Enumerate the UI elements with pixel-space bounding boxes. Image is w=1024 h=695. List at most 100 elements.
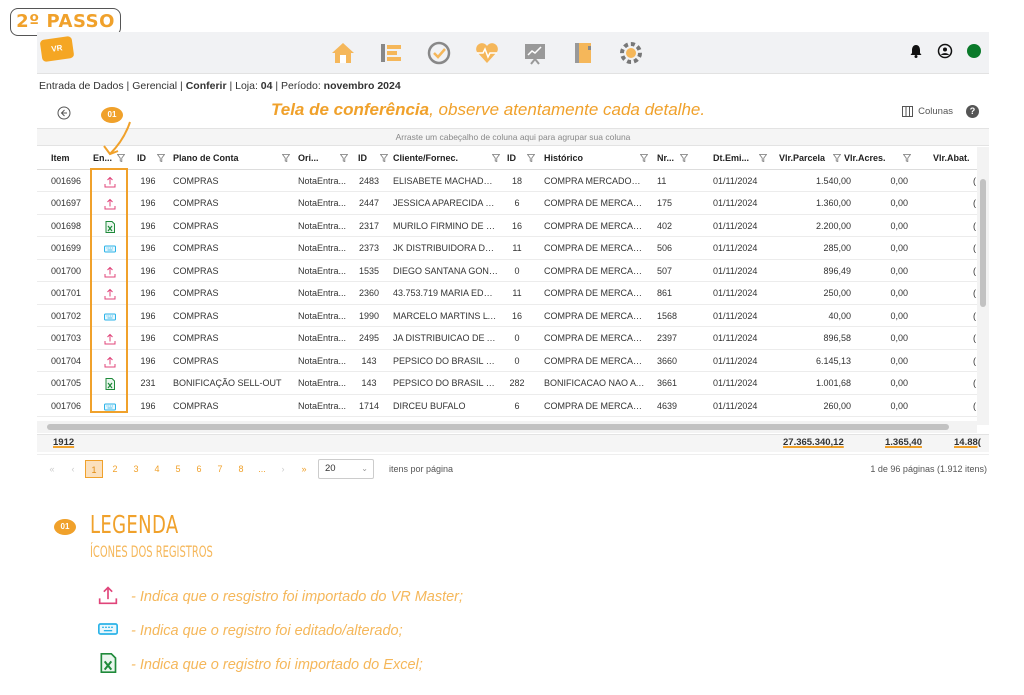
table-row[interactable]: 001696 196 COMPRAS NotaEntra... 2483 ELISABET… xyxy=(37,170,977,192)
horizontal-scrollbar[interactable] xyxy=(37,421,977,433)
notebook-icon[interactable] xyxy=(569,39,597,67)
column-header[interactable]: ID xyxy=(137,147,159,169)
prev-page-button[interactable]: ‹ xyxy=(64,460,82,478)
table-row[interactable]: 001701 196 COMPRAS NotaEntra... 2360 43.753.7… xyxy=(37,282,977,305)
table-row[interactable]: 001705 231 BONIFICAÇÃO SELL-OUT NotaEntra..… xyxy=(37,372,977,395)
list-icon[interactable] xyxy=(377,39,405,67)
column-header[interactable]: Item xyxy=(51,147,91,169)
table-cell: 18 xyxy=(511,175,522,186)
table-cell: NotaEntra... xyxy=(298,175,347,186)
filter-icon[interactable] xyxy=(340,154,348,162)
group-by-drop-area[interactable]: Arraste um cabeçalho de coluna aqui para… xyxy=(37,128,989,146)
page-button[interactable]: 8 xyxy=(232,460,250,478)
table-row[interactable]: 001698 196 COMPRAS NotaEntra... 2317 MURILO F… xyxy=(37,215,977,237)
table-row[interactable]: 001703 196 COMPRAS NotaEntra... 2495 JA DISTR… xyxy=(37,327,977,350)
table-cell: COMPRAS xyxy=(173,175,219,186)
table-cell: BONIFICACAO NAO ATU... xyxy=(544,378,647,388)
next-page-button[interactable]: › xyxy=(274,460,292,478)
help-icon[interactable]: ? xyxy=(966,105,979,118)
filter-icon[interactable] xyxy=(157,154,165,162)
page-button[interactable]: 7 xyxy=(211,460,229,478)
table-cell: 0 xyxy=(514,333,520,343)
table-row[interactable]: 001706 196 COMPRAS NotaEntra... 1714 DIRCEU B… xyxy=(37,395,977,417)
check-circle-icon[interactable] xyxy=(425,39,453,67)
page-button[interactable]: 3 xyxy=(127,460,145,478)
table-row[interactable]: 001700 196 COMPRAS NotaEntra... 1535 DIEGO SA… xyxy=(37,260,977,282)
table-cell: 2360 xyxy=(358,288,380,298)
page-button[interactable]: 1 xyxy=(85,460,103,478)
filter-icon[interactable] xyxy=(680,154,688,162)
page-size-select[interactable]: 20 ⌄ xyxy=(318,459,374,479)
table-row[interactable]: 001697 196 COMPRAS NotaEntra... 2447 JESSICA … xyxy=(37,192,977,215)
home-icon[interactable] xyxy=(329,39,357,67)
table-cell: 260,00 xyxy=(823,400,851,411)
table-row[interactable]: 001699 196 COMPRAS NotaEntra... 2373 JK DISTR… xyxy=(37,237,977,260)
table-cell: COMPRA DE MERCADO... xyxy=(544,243,647,253)
filter-icon[interactable] xyxy=(492,154,500,162)
table-cell: 282 xyxy=(509,378,525,388)
table-cell: COMPRA DE MERCADO... xyxy=(544,310,647,321)
table-cell: 01/11/2024 xyxy=(713,310,758,321)
filter-icon[interactable] xyxy=(527,154,535,162)
table-cell: DIEGO SANTANA GONZ... xyxy=(393,265,498,276)
heart-pulse-icon[interactable] xyxy=(473,39,501,67)
table-cell: 196 xyxy=(140,288,156,298)
filter-icon[interactable] xyxy=(380,154,388,162)
table-cell: 01/11/2024 xyxy=(713,288,758,298)
table-cell: 001697 xyxy=(51,198,82,208)
table-cell: COMPRA MERCADORIA... xyxy=(544,175,647,186)
filter-icon[interactable] xyxy=(759,154,767,162)
filter-icon[interactable] xyxy=(903,154,911,162)
column-header[interactable]: Histórico xyxy=(544,147,647,169)
legend-text: - Indica que o resgistro foi importado d… xyxy=(131,589,464,605)
summary-acres: 1.365,40 xyxy=(885,437,922,448)
page-button[interactable]: 4 xyxy=(148,460,166,478)
settings-icon[interactable] xyxy=(617,39,645,67)
filter-icon[interactable] xyxy=(282,154,290,162)
page-button[interactable]: 5 xyxy=(169,460,187,478)
page-button[interactable]: 2 xyxy=(106,460,124,478)
table-cell: 1714 xyxy=(358,400,380,411)
column-header[interactable]: Vlr.Abat. xyxy=(933,147,973,169)
columns-button[interactable]: Colunas xyxy=(902,106,953,117)
icon-column-highlight xyxy=(90,168,128,413)
breadcrumb: Entrada de Dados | Gerencial | Conferir … xyxy=(39,80,401,92)
column-header[interactable]: Vlr.Acres. xyxy=(844,147,908,169)
table-cell: 2495 xyxy=(358,333,380,343)
filter-icon[interactable] xyxy=(833,154,841,162)
bell-icon[interactable] xyxy=(909,44,923,58)
column-header[interactable]: ID xyxy=(507,147,527,169)
table-cell: 2397 xyxy=(657,333,678,343)
last-page-button[interactable]: » xyxy=(295,460,313,478)
page-button[interactable]: 6 xyxy=(190,460,208,478)
table-cell: 4639 xyxy=(657,400,678,411)
table-cell: NotaEntra... xyxy=(298,288,347,298)
column-header[interactable]: Plano de Conta xyxy=(173,147,283,169)
first-page-button[interactable]: « xyxy=(43,460,61,478)
table-cell: 896,58 xyxy=(823,333,851,343)
column-header[interactable]: Nr... xyxy=(657,147,699,169)
app-logo[interactable]: VR xyxy=(39,35,75,63)
back-arrow-icon[interactable] xyxy=(57,106,71,120)
filter-icon[interactable] xyxy=(640,154,648,162)
user-icon[interactable] xyxy=(937,43,953,59)
table-cell: 1.540,00 xyxy=(815,175,851,186)
table-cell: 6 xyxy=(514,400,520,411)
column-header[interactable]: Cliente/Fornec. xyxy=(393,147,498,169)
table-cell: 1535 xyxy=(358,265,380,276)
table-cell: NotaEntra... xyxy=(298,333,347,343)
table-row[interactable]: 001702 196 COMPRAS NotaEntra... 1990 MARCELO … xyxy=(37,305,977,327)
table-cell: 16 xyxy=(511,220,522,231)
legend-item: - Indica que o resgistro foi importado d… xyxy=(98,585,463,609)
chart-board-icon[interactable] xyxy=(521,39,549,67)
table-cell: 001696 xyxy=(51,175,82,186)
summary-row: 1912 27.365.340,12 1.365,40 14.88( xyxy=(37,434,989,452)
vertical-scrollbar[interactable] xyxy=(977,147,989,425)
page-button[interactable]: ... xyxy=(253,460,271,478)
table-cell: COMPRAS xyxy=(173,198,219,208)
table-cell: 01/11/2024 xyxy=(713,355,758,366)
column-header[interactable]: ID xyxy=(358,147,380,169)
table-row[interactable]: 001704 196 COMPRAS NotaEntra... 143 PEPSICO D… xyxy=(37,350,977,372)
table-cell: 0 xyxy=(514,265,520,276)
table-cell: COMPRAS xyxy=(173,400,219,411)
